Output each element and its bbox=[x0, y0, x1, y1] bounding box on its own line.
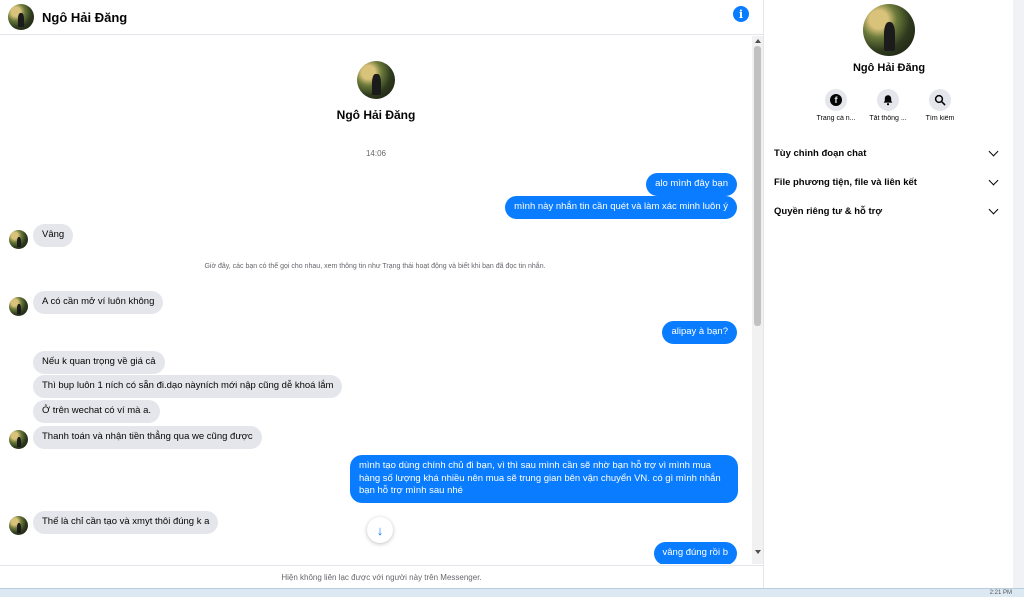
scroll-down-arrow[interactable] bbox=[755, 550, 761, 554]
message-bubble-outgoing[interactable]: alo mình đây bạn bbox=[646, 173, 737, 196]
section-media-files-links[interactable]: File phương tiện, file và liên kết bbox=[774, 172, 1002, 192]
sender-avatar[interactable] bbox=[9, 230, 28, 249]
section-label: Quyền riêng tư & hỗ trợ bbox=[774, 205, 883, 217]
message-timestamp: 14:06 bbox=[365, 149, 387, 158]
chevron-down-icon bbox=[988, 175, 999, 185]
chat-column: Ngô Hải Đăng i Ngô Hải Đăng 14:06 alo mì… bbox=[0, 0, 764, 588]
taskbar: 2:21 PM bbox=[0, 588, 1024, 597]
scroll-to-bottom-button[interactable]: ↓ bbox=[367, 517, 393, 543]
message-bubble-outgoing[interactable]: mình này nhắn tin cần quét và làm xác mi… bbox=[505, 196, 737, 219]
conversation-intro: Ngô Hải Đăng bbox=[0, 61, 752, 122]
message-bubble-incoming[interactable]: Nếu k quan trọng về giá cả bbox=[33, 351, 165, 374]
chat-header: Ngô Hải Đăng i bbox=[0, 0, 763, 35]
search-action-label: Tìm kiếm bbox=[925, 115, 955, 122]
message-bubble-incoming[interactable]: Thế là chỉ cần tạo và xmyt thôi đúng k a bbox=[33, 511, 219, 534]
mute-action[interactable]: Tắt thông ... bbox=[865, 89, 911, 122]
sender-avatar[interactable] bbox=[9, 297, 28, 316]
bell-icon[interactable] bbox=[877, 89, 899, 111]
message-bubble-outgoing[interactable]: vâng đúng rồi b bbox=[653, 542, 737, 564]
panel-avatar[interactable] bbox=[863, 4, 915, 56]
intro-avatar bbox=[357, 61, 395, 99]
search-icon[interactable] bbox=[929, 89, 951, 111]
chevron-down-icon bbox=[988, 146, 999, 156]
panel-actions: f Trang cá n... Tắt thông ... Tìm kiếm bbox=[813, 89, 963, 122]
intro-name: Ngô Hải Đăng bbox=[336, 108, 416, 122]
contact-avatar[interactable] bbox=[8, 4, 34, 30]
info-icon[interactable]: i bbox=[733, 6, 749, 22]
window-edge bbox=[1013, 0, 1024, 588]
facebook-icon[interactable]: f bbox=[825, 89, 847, 111]
panel-contact-name: Ngô Hải Đăng bbox=[852, 62, 926, 74]
scroll-up-arrow[interactable] bbox=[755, 39, 761, 43]
message-bubble-outgoing[interactable]: mình tạo dùng chính chủ đi bạn, vì thì s… bbox=[350, 455, 738, 503]
message-bubble-incoming[interactable]: Thì bụp luôn 1 ních có sẵn đi.dạo nàyníc… bbox=[33, 375, 343, 398]
arrow-down-icon: ↓ bbox=[376, 522, 384, 538]
contact-name[interactable]: Ngô Hải Đăng bbox=[42, 10, 127, 25]
message-list: Ngô Hải Đăng 14:06 alo mình đây bạn mình… bbox=[0, 36, 752, 564]
message-bubble-incoming[interactable]: Thanh toán và nhận tiền thẳng qua we cũn… bbox=[33, 426, 262, 449]
message-bubble-incoming[interactable]: Vâng bbox=[33, 224, 74, 247]
messenger-window: Ngô Hải Đăng i Ngô Hải Đăng 14:06 alo mì… bbox=[0, 0, 1024, 597]
search-action[interactable]: Tìm kiếm bbox=[917, 89, 963, 122]
section-label: File phương tiện, file và liên kết bbox=[774, 176, 917, 188]
message-bubble-outgoing[interactable]: alipay à bạn? bbox=[662, 321, 737, 344]
chevron-down-icon bbox=[988, 204, 999, 214]
sender-avatar[interactable] bbox=[9, 516, 28, 535]
conversation-info-panel: Ngô Hải Đăng f Trang cá n... Tắt thông .… bbox=[765, 0, 1013, 588]
section-privacy-support[interactable]: Quyền riêng tư & hỗ trợ bbox=[774, 201, 1002, 221]
section-label: Tùy chỉnh đoạn chat bbox=[774, 147, 867, 159]
sender-avatar[interactable] bbox=[9, 430, 28, 449]
chat-scrollbar[interactable] bbox=[752, 36, 763, 564]
unavailable-notice: Hiện không liên lạc được với người này t… bbox=[0, 565, 763, 588]
message-bubble-incoming[interactable]: A có cần mở ví luôn không bbox=[33, 291, 164, 314]
scroll-thumb[interactable] bbox=[754, 46, 761, 326]
profile-action-label: Trang cá n... bbox=[816, 115, 856, 122]
system-notice: Giờ đây, các bạn có thể gọi cho nhau, xe… bbox=[204, 263, 546, 270]
profile-action[interactable]: f Trang cá n... bbox=[813, 89, 859, 122]
message-bubble-incoming[interactable]: Ở trên wechat có ví mà a. bbox=[33, 400, 160, 423]
section-customize-chat[interactable]: Tùy chỉnh đoạn chat bbox=[774, 143, 1002, 163]
mute-action-label: Tắt thông ... bbox=[869, 115, 907, 122]
taskbar-clock: 2:21 PM bbox=[989, 590, 1012, 596]
